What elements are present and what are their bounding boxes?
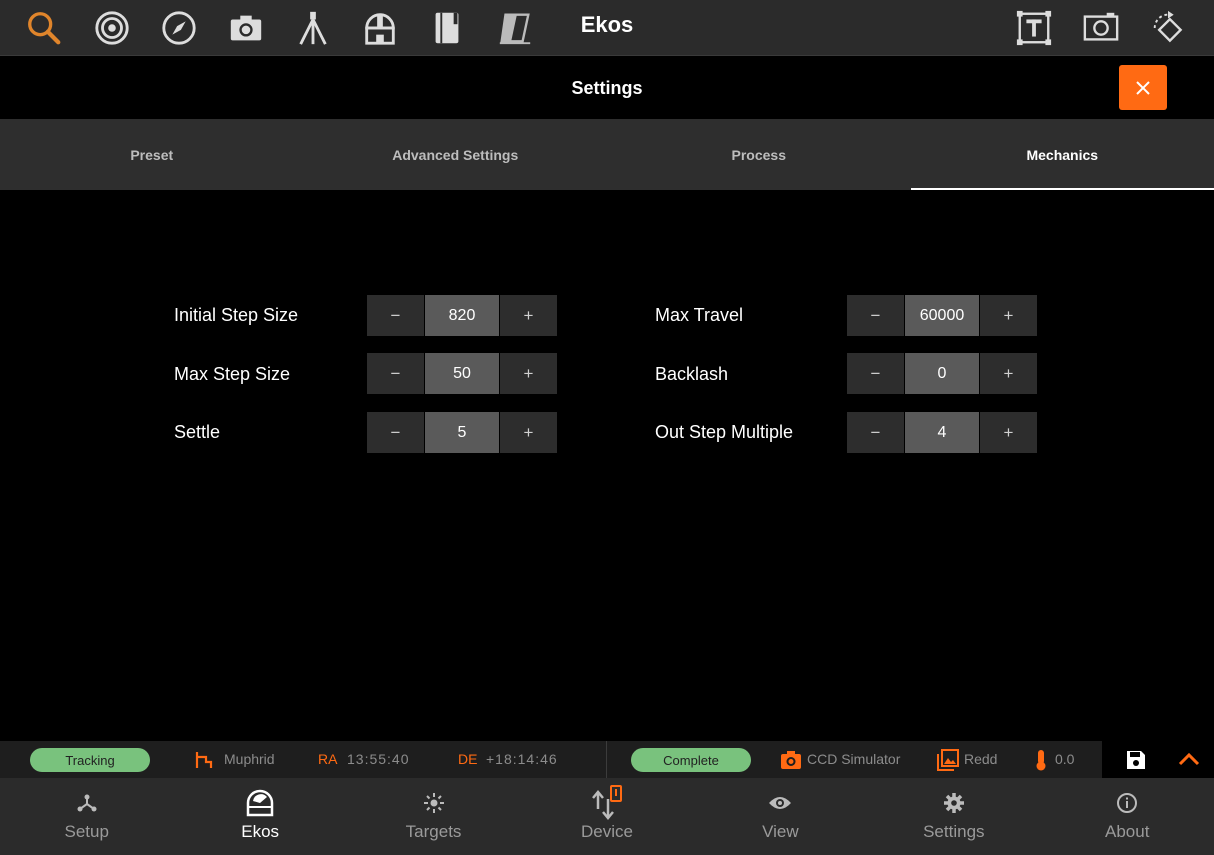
screenshot-icon[interactable] (1079, 6, 1123, 50)
de-key: DE (458, 751, 478, 767)
settle-decrement[interactable]: − (367, 412, 424, 453)
nav-setup-label: Setup (64, 822, 109, 841)
max-travel-label: Max Travel (655, 305, 744, 325)
max-step-size-increment[interactable]: + (500, 353, 557, 394)
target-icon[interactable] (90, 6, 134, 50)
nav-device[interactable]: Device (520, 778, 693, 855)
setup-icon (77, 794, 97, 812)
tracking-status-badge[interactable]: Tracking (30, 748, 150, 772)
top-toolbar: Ekos (0, 0, 1214, 56)
ra-value: 13:55:40 (347, 751, 410, 767)
ekos-icon (246, 789, 274, 817)
nav-view-label: View (762, 822, 799, 841)
status-bar: Tracking Muphrid RA 13:55:40 DE +18:14:4… (0, 741, 1214, 778)
tab-advanced-settings[interactable]: Advanced Settings (304, 119, 608, 190)
search-icon[interactable] (22, 6, 66, 50)
filter-icon (937, 749, 959, 771)
initial-step-size-value[interactable]: 820 (424, 295, 500, 336)
chevron-up-icon[interactable] (1178, 752, 1200, 766)
out-step-multiple-label: Out Step Multiple (655, 422, 794, 442)
mount-icon (195, 752, 213, 768)
text-frame-icon[interactable] (1012, 6, 1056, 50)
max-step-size-decrement[interactable]: − (367, 353, 424, 394)
backlash-increment[interactable]: + (980, 353, 1037, 394)
temperature-value: 0.0 (1055, 751, 1075, 767)
nav-ekos[interactable]: Ekos (173, 778, 346, 855)
out-step-multiple-increment[interactable]: + (980, 412, 1037, 453)
backlash-value[interactable]: 0 (904, 353, 980, 394)
backlash-stepper: − 0 + (847, 353, 1037, 394)
nav-about[interactable]: About (1041, 778, 1214, 855)
max-travel-value[interactable]: 60000 (904, 295, 980, 336)
thermometer-icon (1036, 750, 1046, 771)
backlash-decrement[interactable]: − (847, 353, 904, 394)
target-name: Muphrid (224, 751, 275, 767)
tab-preset[interactable]: Preset (0, 119, 304, 190)
backlash-label: Backlash (655, 364, 729, 384)
device-icon (592, 785, 622, 820)
out-step-multiple-stepper: − 4 + (847, 412, 1037, 453)
initial-step-size-label: Initial Step Size (174, 305, 299, 325)
de-value: +18:14:46 (486, 751, 558, 767)
initial-step-size-stepper: − 820 + (367, 295, 557, 336)
max-step-size-value[interactable]: 50 (424, 353, 500, 394)
info-icon (1117, 793, 1138, 813)
out-step-multiple-value[interactable]: 4 (904, 412, 980, 453)
max-travel-increment[interactable]: + (980, 295, 1037, 336)
nav-device-label: Device (580, 822, 633, 841)
app-title: Ekos (580, 12, 634, 37)
close-button[interactable] (1119, 65, 1167, 110)
tab-process[interactable]: Process (607, 119, 911, 190)
max-travel-decrement[interactable]: − (847, 295, 904, 336)
max-step-size-label: Max Step Size (174, 364, 291, 384)
camera-name: CCD Simulator (807, 751, 901, 767)
max-step-size-stepper: − 50 + (367, 353, 557, 394)
initial-step-size-increment[interactable]: + (500, 295, 557, 336)
nav-ekos-label: Ekos (241, 822, 280, 841)
filter-name: Redd (964, 751, 998, 767)
save-icon[interactable] (1126, 750, 1146, 770)
rotate-icon[interactable] (1146, 6, 1190, 50)
nav-setup[interactable]: Setup (0, 778, 173, 855)
settle-label: Settle (174, 422, 221, 442)
out-step-multiple-decrement[interactable]: − (847, 412, 904, 453)
settle-increment[interactable]: + (500, 412, 557, 453)
tripod-icon[interactable] (291, 6, 335, 50)
nav-view[interactable]: View (694, 778, 867, 855)
compass-icon[interactable] (157, 6, 201, 50)
status-actions (1102, 741, 1214, 778)
flat-field-icon[interactable] (493, 6, 537, 50)
settings-header: Settings (0, 57, 1214, 119)
settings-title: Settings (571, 78, 643, 98)
status-divider (606, 741, 607, 778)
bottom-navigation: Setup Ekos Targets Device View Settings … (0, 778, 1214, 855)
initial-step-size-decrement[interactable]: − (367, 295, 424, 336)
close-icon (1136, 80, 1150, 95)
targets-icon (423, 793, 444, 813)
observatory-icon[interactable] (358, 6, 402, 50)
nav-settings-label: Settings (923, 822, 985, 841)
eye-icon (769, 797, 792, 809)
nav-about-label: About (1105, 822, 1150, 841)
max-travel-stepper: − 60000 + (847, 295, 1037, 336)
nav-targets-label: Targets (405, 822, 462, 841)
settle-stepper: − 5 + (367, 412, 557, 453)
tab-mechanics[interactable]: Mechanics (910, 119, 1214, 190)
capture-status-badge[interactable]: Complete (631, 748, 751, 772)
settle-value[interactable]: 5 (424, 412, 500, 453)
ra-key: RA (318, 751, 338, 767)
gear-icon (943, 793, 964, 813)
notebook-icon[interactable] (425, 6, 469, 50)
nav-settings[interactable]: Settings (867, 778, 1040, 855)
camera-status-icon (781, 751, 801, 769)
camera-icon[interactable] (224, 6, 268, 50)
settings-tabs: Preset Advanced Settings Process Mechani… (0, 119, 1214, 190)
nav-targets[interactable]: Targets (347, 778, 520, 855)
